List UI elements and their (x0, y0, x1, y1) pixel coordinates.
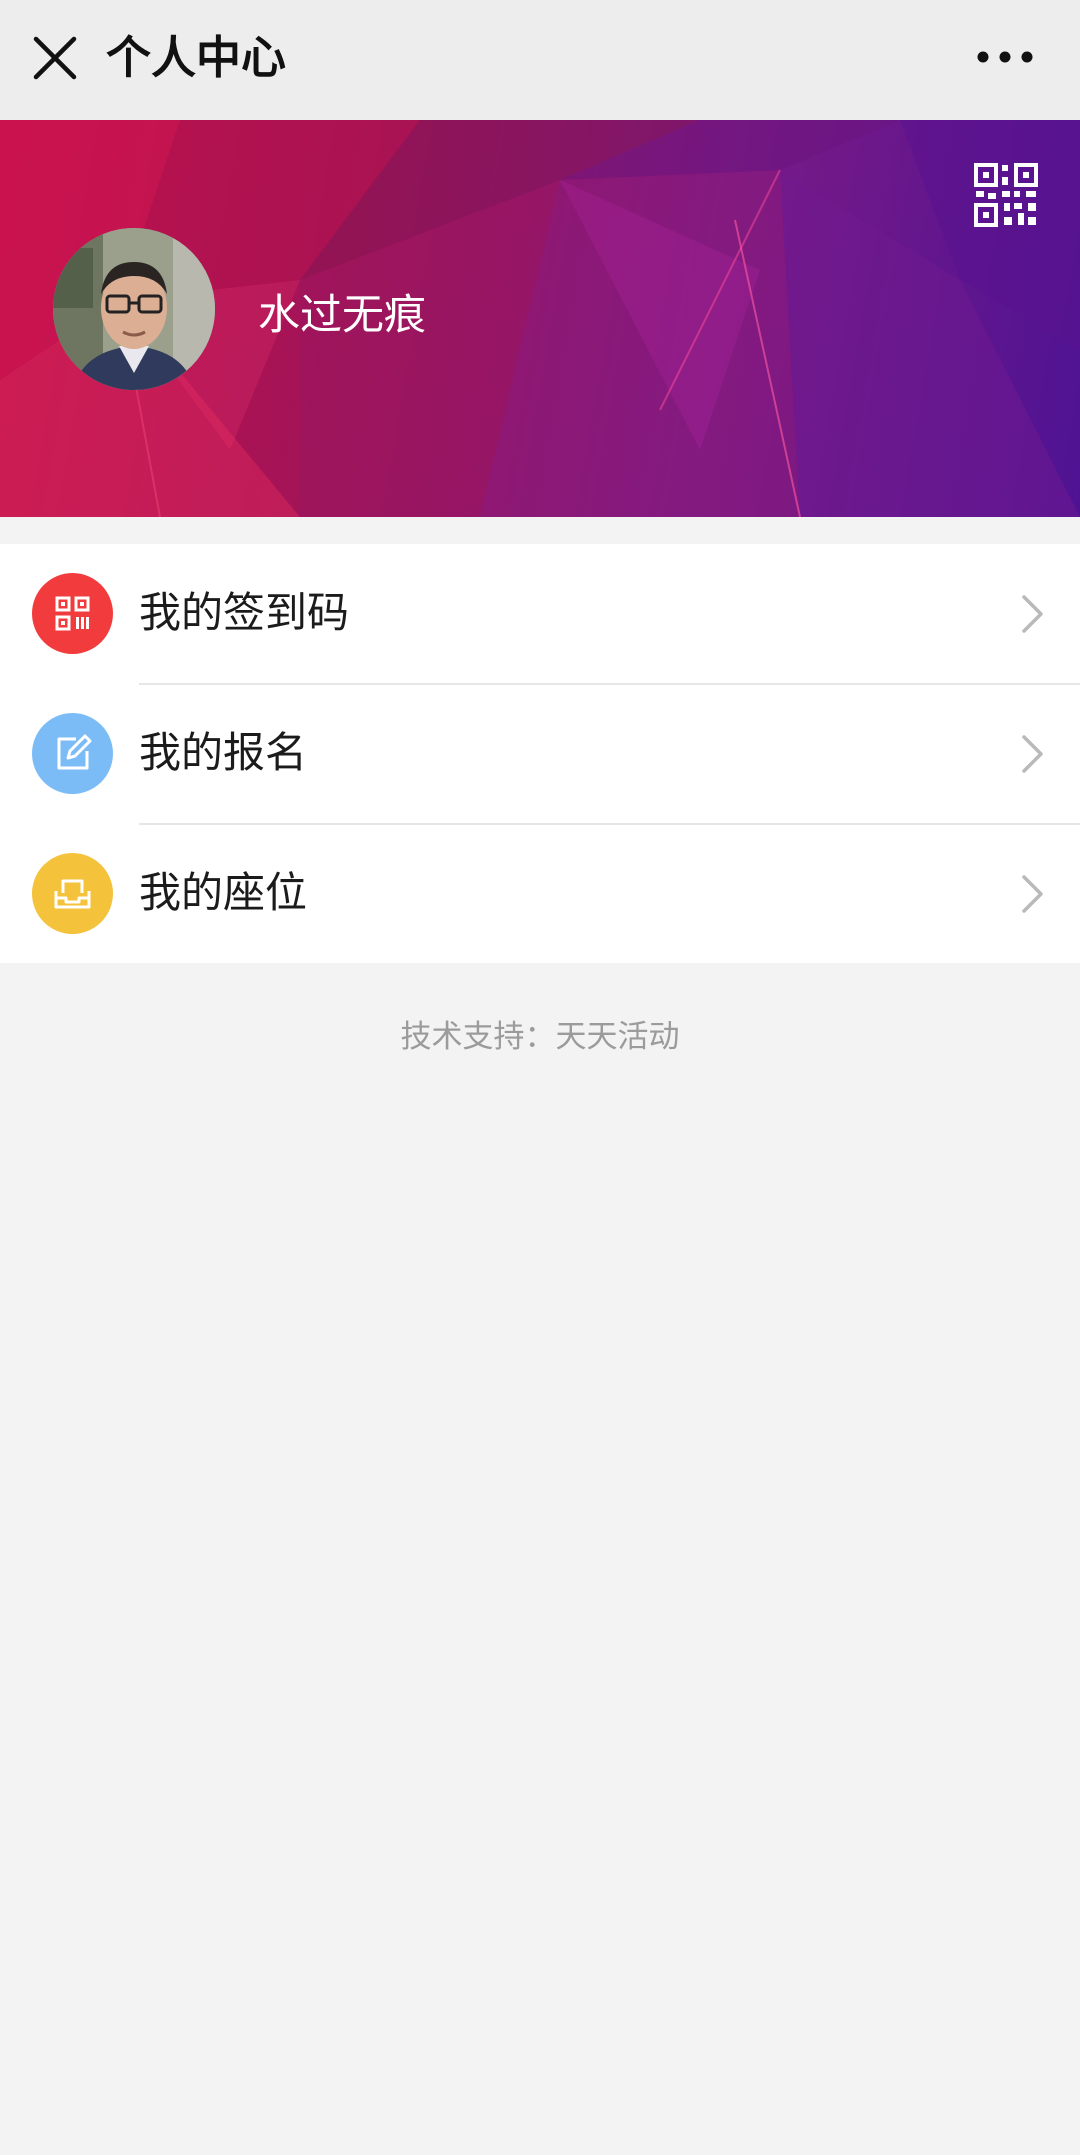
username: 水过无痕 (258, 290, 427, 339)
edit-icon (32, 713, 113, 794)
qr-code-icon (32, 573, 113, 654)
menu-item-checkin-code[interactable]: 我的签到码 (0, 544, 1080, 683)
menu-item-seat[interactable]: 我的座位 (0, 824, 1080, 963)
menu-item-label: 我的签到码 (139, 588, 350, 637)
menu-list: 我的签到码 我的报名 我的座位 (0, 544, 1080, 963)
tech-support-footer: 技术支持：天天活动 (400, 1019, 680, 1055)
menu-item-label: 我的报名 (139, 728, 308, 777)
user-avatar-photo (53, 228, 215, 390)
profile-banner: 水过无痕 (0, 120, 1080, 517)
qr-code-icon[interactable] (974, 163, 1038, 227)
more-dots-icon[interactable] (975, 40, 1035, 74)
menu-item-label: 我的座位 (139, 868, 308, 917)
avatar[interactable] (53, 228, 215, 390)
seat-icon (32, 853, 113, 934)
page-title: 个人中心 (106, 31, 287, 84)
chevron-right-icon (1020, 734, 1046, 774)
close-icon[interactable] (30, 33, 80, 83)
nav-bar: 个人中心 (0, 0, 1080, 120)
chevron-right-icon (1020, 594, 1046, 634)
chevron-right-icon (1020, 874, 1046, 914)
menu-item-registration[interactable]: 我的报名 (0, 684, 1080, 823)
